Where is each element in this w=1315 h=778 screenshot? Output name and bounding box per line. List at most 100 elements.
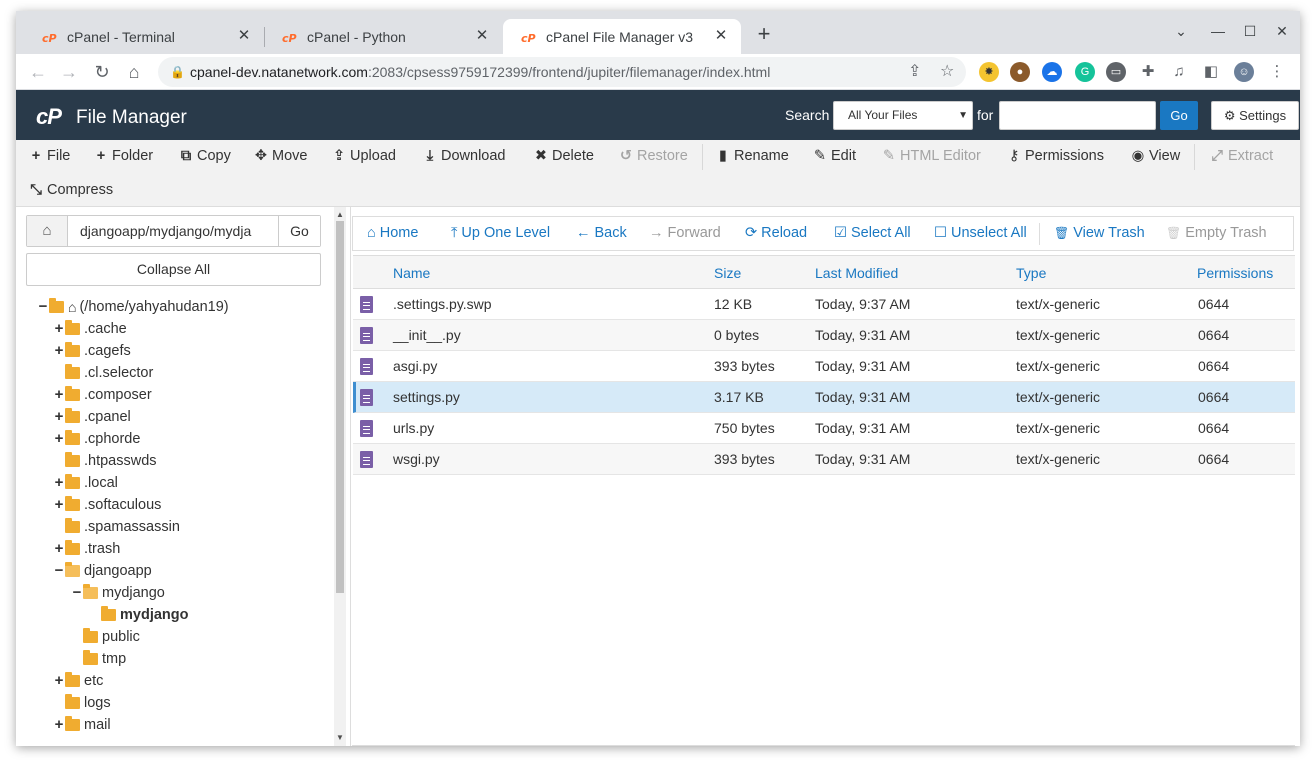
tree-node[interactable]: + .softaculous [54, 494, 161, 516]
new-folder-button[interactable]: + Folder [94, 143, 153, 169]
rename-button[interactable]: ▮ Rename [716, 143, 789, 169]
close-window-icon[interactable]: ✕ [1270, 23, 1294, 43]
new-tab-button[interactable]: + [752, 23, 776, 47]
html-editor-button[interactable]: ✎ HTML Editor [882, 143, 981, 169]
tab-python[interactable]: cP cPanel - Python ✕ [264, 19, 502, 54]
tree-node[interactable]: public [72, 626, 140, 648]
move-button[interactable]: ✥ Move [254, 143, 308, 169]
tree-scrollbar[interactable]: ▲ ▼ [334, 207, 346, 746]
path-input[interactable]: djangoapp/mydjango/mydja [69, 216, 279, 246]
tree-node[interactable]: − djangoapp [54, 560, 152, 582]
close-tab-icon[interactable]: ✕ [713, 28, 729, 44]
expand-icon[interactable]: + [54, 406, 64, 428]
table-row[interactable]: settings.py 3.17 KB Today, 9:31 AM text/x-g… [353, 382, 1295, 413]
nav-back-button[interactable]: ← Back [576, 217, 627, 250]
expand-icon[interactable]: + [54, 318, 64, 340]
path-go-button[interactable]: Go [278, 216, 320, 246]
kebab-menu-icon[interactable]: ⋮ [1267, 62, 1287, 82]
view-button[interactable]: ◉ View [1131, 143, 1181, 169]
search-scope-select[interactable]: All Your Files ▼ [833, 101, 973, 130]
nav-unselect-all-button[interactable]: ☐ Unselect All [934, 217, 1027, 250]
collapse-icon[interactable]: − [38, 296, 48, 318]
tree-node[interactable]: + .cache [54, 318, 127, 340]
path-home-icon[interactable]: ⌂ [27, 216, 68, 246]
tree-node[interactable]: + .cphorde [54, 428, 140, 450]
column-type-header[interactable]: Type [1016, 256, 1046, 290]
tree-node[interactable]: + .local [54, 472, 118, 494]
expand-icon[interactable]: + [54, 538, 64, 560]
collapse-all-button[interactable]: Collapse All [26, 253, 321, 286]
search-input[interactable] [999, 101, 1156, 130]
expand-icon[interactable]: + [54, 494, 64, 516]
scroll-up-icon[interactable]: ▲ [334, 209, 346, 221]
tab-search-chevron-icon[interactable]: ⌄ [1169, 23, 1193, 43]
close-tab-icon[interactable]: ✕ [236, 28, 252, 44]
nav-home-button[interactable]: ⌂ Home [367, 217, 418, 250]
collapse-icon[interactable]: − [72, 582, 82, 604]
tree-node[interactable]: + .cpanel [54, 406, 131, 428]
cpanel-logo[interactable]: cP [36, 104, 62, 130]
tree-node[interactable]: − mydjango [72, 582, 165, 604]
table-row[interactable]: asgi.py 393 bytes Today, 9:31 AM text/x-gen… [353, 351, 1295, 382]
column-name-header[interactable]: Name [393, 256, 430, 290]
nav-up-one-level-button[interactable]: ⤒ Up One Level [451, 217, 550, 250]
settings-button[interactable]: ⚙ Settings [1211, 101, 1299, 130]
expand-icon[interactable]: + [54, 472, 64, 494]
nav-forward-button[interactable]: → Forward [649, 217, 721, 250]
table-row[interactable]: urls.py 750 bytes Today, 9:31 AM text/x-gen… [353, 413, 1295, 444]
delete-button[interactable]: ✖ Delete [534, 143, 594, 169]
side-panel-icon[interactable]: ◧ [1201, 62, 1221, 82]
tab-terminal[interactable]: cP cPanel - Terminal ✕ [24, 19, 264, 54]
copy-button[interactable]: ⧉ Copy [179, 143, 231, 169]
share-icon[interactable]: ⇪ [908, 57, 921, 87]
star-icon[interactable]: ☆ [940, 57, 954, 87]
table-row[interactable]: wsgi.py 393 bytes Today, 9:31 AM text/x-gen… [353, 444, 1295, 475]
scrollbar-thumb[interactable] [336, 221, 344, 593]
collapse-icon[interactable]: − [54, 560, 64, 582]
chat-extension-icon[interactable]: ▭ [1106, 62, 1126, 82]
close-tab-icon[interactable]: ✕ [474, 28, 490, 44]
tree-node[interactable]: + etc [54, 670, 103, 692]
tree-node[interactable]: .htpasswds [54, 450, 157, 472]
edit-button[interactable]: ✎ Edit [813, 143, 856, 169]
tree-node[interactable]: + mail [54, 714, 111, 736]
back-arrow-icon[interactable]: ← [26, 60, 50, 84]
forward-arrow-icon[interactable]: → [57, 60, 81, 84]
extract-button[interactable]: ⤢ Extract [1210, 143, 1273, 169]
minimize-icon[interactable]: — [1206, 23, 1230, 43]
tree-node[interactable]: + .trash [54, 538, 120, 560]
expand-icon[interactable]: + [54, 714, 64, 736]
column-last-modified-header[interactable]: Last Modified [815, 256, 898, 290]
table-row[interactable]: __init__.py 0 bytes Today, 9:31 AM text/x-g… [353, 320, 1295, 351]
tree-node[interactable]: .spamassassin [54, 516, 180, 538]
restore-button[interactable]: ↺ Restore [619, 143, 688, 169]
search-go-button[interactable]: Go [1160, 101, 1198, 130]
column-permissions-header[interactable]: Permissions [1197, 256, 1273, 290]
tree-node[interactable]: .cl.selector [54, 362, 153, 384]
scroll-down-icon[interactable]: ▼ [334, 732, 346, 744]
media-control-icon[interactable]: ♫ [1169, 62, 1189, 82]
new-file-button[interactable]: + File [29, 143, 71, 169]
address-bar[interactable]: 🔒 cpanel-dev.natanetwork.com:2083/cpsess… [158, 57, 966, 87]
expand-icon[interactable]: + [54, 384, 64, 406]
expand-icon[interactable]: + [54, 670, 64, 692]
nav-reload-button[interactable]: ⟳ Reload [745, 217, 807, 250]
tree-node[interactable]: tmp [72, 648, 126, 670]
tree-node[interactable]: − ⌂ (/home/yahyahudan19) [38, 296, 229, 318]
profile-avatar-icon[interactable]: ☺ [1234, 62, 1254, 82]
extensions-icon[interactable]: ✚ [1138, 62, 1158, 82]
maximize-icon[interactable]: ☐ [1238, 23, 1262, 43]
compress-button[interactable]: ⤡ Compress [29, 177, 113, 203]
column-size-header[interactable]: Size [714, 256, 741, 290]
expand-icon[interactable]: + [54, 428, 64, 450]
bee-extension-icon[interactable]: ✸ [979, 62, 999, 82]
table-row[interactable]: .settings.py.swp 12 KB Today, 9:37 AM text/… [353, 289, 1295, 320]
upload-button[interactable]: ⇪ Upload [332, 143, 396, 169]
reload-icon[interactable]: ↻ [90, 60, 114, 84]
permissions-button[interactable]: ⚷ Permissions [1007, 143, 1104, 169]
grammarly-extension-icon[interactable]: G [1075, 62, 1095, 82]
expand-icon[interactable]: + [54, 340, 64, 362]
cloud-extension-icon[interactable]: ☁ [1042, 62, 1062, 82]
tree-node[interactable]: + .cagefs [54, 340, 131, 362]
home-icon[interactable]: ⌂ [122, 60, 146, 84]
